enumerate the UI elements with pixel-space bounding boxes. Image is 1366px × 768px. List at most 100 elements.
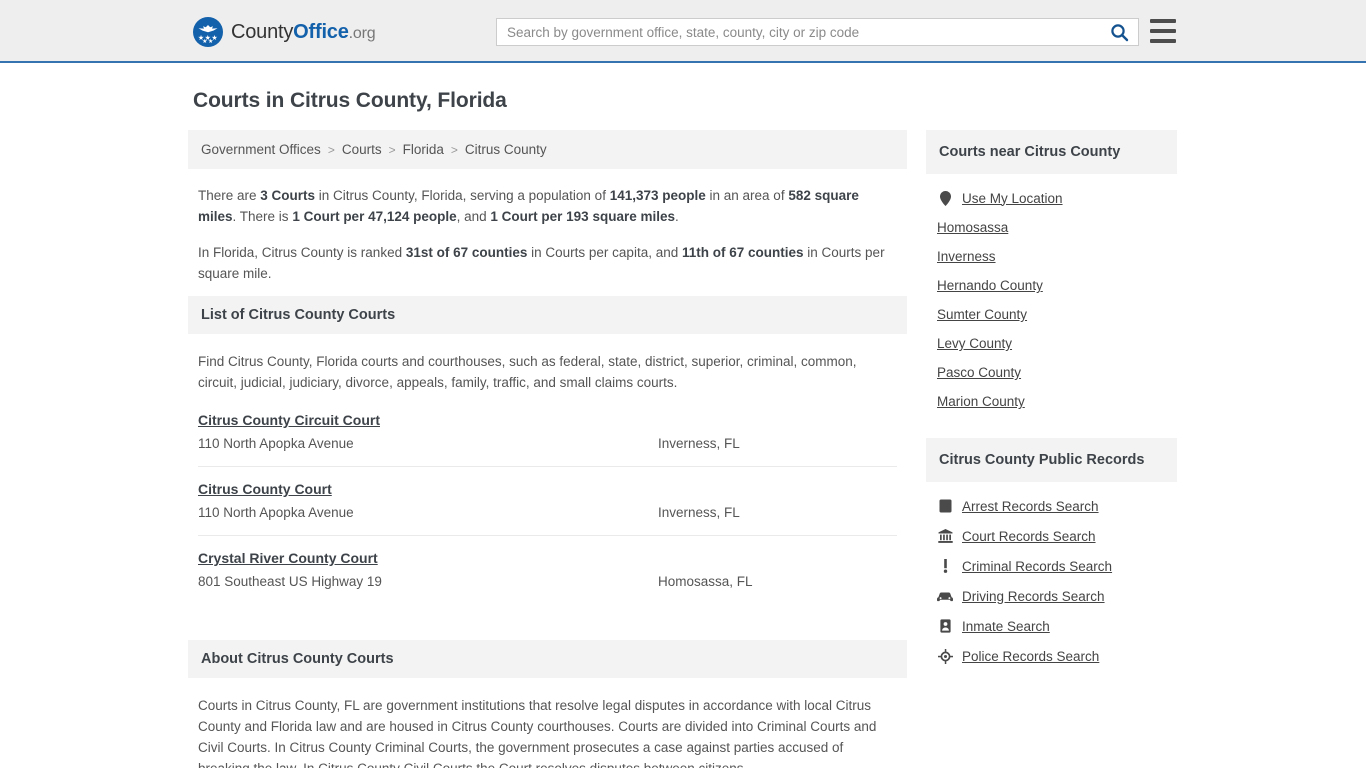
sidebar-item-label[interactable]: Sumter County: [937, 307, 1027, 322]
sidebar-item-levy-county[interactable]: Levy County: [926, 329, 1177, 358]
sidebar-item-inverness[interactable]: Inverness: [926, 242, 1177, 271]
about-courts-panel: About Citrus County Courts Courts in Cit…: [188, 640, 907, 768]
breadcrumb-separator: >: [450, 142, 458, 157]
court-address: 801 Southeast US Highway 19: [198, 574, 382, 589]
sidebar-item-homosassa[interactable]: Homosassa: [926, 213, 1177, 242]
brand-part-tld: .org: [348, 24, 376, 42]
site-logo-text: CountyOffice.org: [231, 20, 376, 44]
brand-part-county: County: [231, 20, 294, 43]
table-row: Crystal River County Court 801 Southeast…: [198, 536, 897, 604]
sidebar-item-label[interactable]: Police Records Search: [962, 649, 1099, 664]
courts-near-panel: Courts near Citrus County Use My Locatio…: [926, 130, 1177, 416]
courts-list: Citrus County Circuit Court 110 North Ap…: [188, 398, 907, 604]
sidebar-item-label[interactable]: Inverness: [937, 249, 996, 264]
sidebar-item-label[interactable]: Pasco County: [937, 365, 1021, 380]
courts-list-intro: Find Citrus County, Florida courts and c…: [188, 334, 907, 398]
site-logo[interactable]: ★★★ ★★ CountyOffice.org: [193, 17, 376, 47]
sidebar-item-label[interactable]: Hernando County: [937, 278, 1043, 293]
sidebar: Courts near Citrus County Use My Locatio…: [926, 130, 1177, 768]
stats-text: In Florida, Citrus County is ranked: [198, 245, 406, 260]
content-container: Courts in Citrus County, Florida Governm…: [188, 89, 1178, 768]
court-name-link[interactable]: Citrus County Circuit Court: [198, 412, 380, 428]
sidebar-item-driving-records-search[interactable]: Driving Records Search: [926, 581, 1177, 611]
stats-per-sqmile: 1 Court per 193 square miles: [490, 209, 675, 224]
about-courts-body: Courts in Citrus County, FL are governme…: [188, 678, 907, 768]
two-column-layout: Government Offices > Courts > Florida > …: [188, 130, 1178, 768]
menu-bar-3: [1150, 39, 1176, 43]
sidebar-item-label[interactable]: Inmate Search: [962, 619, 1050, 634]
public-records-panel: Citrus County Public Records Arrest Reco…: [926, 438, 1177, 671]
court-city: Inverness, FL: [658, 436, 740, 451]
sidebar-item-inmate-search[interactable]: Inmate Search: [926, 611, 1177, 641]
stats-text: in Citrus County, Florida, serving a pop…: [315, 188, 610, 203]
sidebar-item-police-records-search[interactable]: Police Records Search: [926, 641, 1177, 671]
court-detail: 110 North Apopka Avenue Inverness, FL: [198, 503, 897, 523]
table-row: Citrus County Circuit Court 110 North Ap…: [198, 398, 897, 467]
sidebar-item-label[interactable]: Arrest Records Search: [962, 499, 1099, 514]
court-name-link[interactable]: Crystal River County Court: [198, 550, 378, 566]
courts-near-list: Use My Location Homosassa Inverness Hern…: [926, 174, 1177, 416]
stats-text: There are: [198, 188, 261, 203]
court-address: 110 North Apopka Avenue: [198, 436, 354, 451]
stats-per-capita: 1 Court per 47,124 people: [292, 209, 457, 224]
breadcrumb-item-florida[interactable]: Florida: [403, 142, 444, 157]
menu-bar-2: [1150, 29, 1176, 33]
seal-stars-row-2: ★★: [202, 39, 214, 45]
court-name-link[interactable]: Citrus County Court: [198, 481, 332, 497]
brand-part-office: Office: [293, 20, 349, 43]
breadcrumb-separator: >: [327, 142, 335, 157]
court-city: Homosassa, FL: [658, 574, 753, 589]
breadcrumb-item-citrus-county[interactable]: Citrus County: [465, 142, 547, 157]
sidebar-item-marion-county[interactable]: Marion County: [926, 387, 1177, 416]
search-input[interactable]: [497, 19, 1100, 45]
courts-list-heading: List of Citrus County Courts: [188, 296, 907, 334]
breadcrumb-item-government-offices[interactable]: Government Offices: [201, 142, 321, 157]
court-city: Inverness, FL: [658, 505, 740, 520]
breadcrumb-separator: >: [388, 142, 396, 157]
hamburger-menu-button[interactable]: [1150, 19, 1176, 43]
sidebar-item-label[interactable]: Criminal Records Search: [962, 559, 1112, 574]
sidebar-item-label[interactable]: Driving Records Search: [962, 589, 1105, 604]
search-submit-button[interactable]: [1100, 19, 1138, 45]
county-statistics: There are 3 Courts in Citrus County, Flo…: [188, 169, 907, 296]
about-courts-paragraph: Courts in Citrus County, FL are governme…: [198, 698, 877, 768]
courts-list-panel: List of Citrus County Courts Find Citrus…: [188, 296, 907, 604]
page-title: Courts in Citrus County, Florida: [193, 89, 507, 112]
sidebar-item-label[interactable]: Use My Location: [962, 191, 1063, 206]
about-courts-heading: About Citrus County Courts: [188, 640, 907, 678]
public-records-list: Arrest Records Search Court Records Sear…: [926, 482, 1177, 671]
sidebar-item-sumter-county[interactable]: Sumter County: [926, 300, 1177, 329]
sidebar-item-label[interactable]: Court Records Search: [962, 529, 1096, 544]
menu-bar-1: [1150, 19, 1176, 23]
search-icon: [1110, 23, 1128, 41]
stats-rank-per-capita: 31st of 67 counties: [405, 245, 528, 260]
sidebar-item-use-my-location[interactable]: Use My Location: [926, 183, 1177, 213]
sidebar-item-label[interactable]: Levy County: [937, 336, 1012, 351]
public-records-heading: Citrus County Public Records: [926, 438, 1177, 482]
courts-list-intro-text: Find Citrus County, Florida courts and c…: [198, 354, 857, 390]
search-bar[interactable]: [496, 18, 1139, 46]
sidebar-item-court-records-search[interactable]: Court Records Search: [926, 521, 1177, 551]
map-pin-icon: [937, 190, 953, 206]
statistics-paragraph-2: In Florida, Citrus County is ranked 31st…: [198, 242, 897, 284]
court-detail: 801 Southeast US Highway 19 Homosassa, F…: [198, 572, 897, 592]
sidebar-item-criminal-records-search[interactable]: Criminal Records Search: [926, 551, 1177, 581]
sidebar-item-pasco-county[interactable]: Pasco County: [926, 358, 1177, 387]
county-office-seal-icon: ★★★ ★★: [193, 17, 223, 47]
sidebar-item-label[interactable]: Marion County: [937, 394, 1025, 409]
sidebar-item-arrest-records-search[interactable]: Arrest Records Search: [926, 491, 1177, 521]
stats-text: , and: [456, 209, 491, 224]
breadcrumb-item-courts[interactable]: Courts: [342, 142, 382, 157]
breadcrumb: Government Offices > Courts > Florida > …: [188, 130, 907, 169]
sidebar-item-label[interactable]: Homosassa: [937, 220, 1008, 235]
stats-population: 141,373 people: [609, 188, 706, 203]
court-detail: 110 North Apopka Avenue Inverness, FL: [198, 434, 897, 454]
page-body: Courts in Citrus County, Florida Governm…: [0, 89, 1366, 768]
exclamation-icon: [937, 558, 953, 574]
sidebar-item-hernando-county[interactable]: Hernando County: [926, 271, 1177, 300]
courts-near-heading: Courts near Citrus County: [926, 130, 1177, 174]
stats-text: . There is: [232, 209, 293, 224]
site-header: ★★★ ★★ CountyOffice.org: [0, 0, 1366, 63]
main-column: Government Offices > Courts > Florida > …: [188, 130, 907, 768]
court-address: 110 North Apopka Avenue: [198, 505, 354, 520]
